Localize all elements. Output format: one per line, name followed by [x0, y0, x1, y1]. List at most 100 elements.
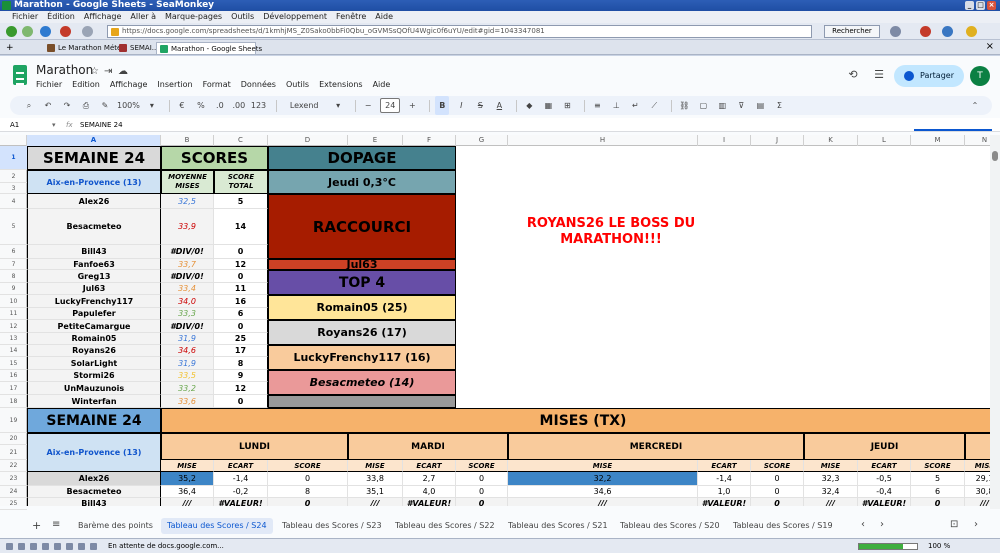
- column-header[interactable]: L: [858, 135, 911, 146]
- share-button[interactable]: Partager: [894, 65, 964, 87]
- column-header[interactable]: B: [161, 135, 214, 146]
- vertical-scrollbar[interactable]: [990, 135, 1000, 509]
- explore-icon[interactable]: ⊡: [950, 519, 958, 530]
- browser-tab-active[interactable]: Marathon - Google Sheets: [156, 42, 262, 54]
- row-header[interactable]: 9: [0, 283, 27, 295]
- addon-icon-3[interactable]: [966, 26, 977, 37]
- close-tab-icon[interactable]: ×: [986, 41, 994, 52]
- history-icon[interactable]: ⟲: [846, 68, 860, 82]
- font-select[interactable]: Lexend: [282, 96, 326, 115]
- menu-item[interactable]: Fichier: [12, 11, 38, 23]
- status-icon[interactable]: [42, 543, 49, 550]
- row-header[interactable]: 24: [0, 486, 27, 498]
- menu-item[interactable]: Marque-pages: [165, 11, 222, 23]
- italic-button[interactable]: I: [454, 96, 468, 115]
- browser-tab[interactable]: Le Marathon Météo: [44, 42, 126, 54]
- chevron-down-icon[interactable]: ▾: [52, 118, 56, 132]
- status-icon[interactable]: [30, 543, 37, 550]
- scrollbar-thumb[interactable]: [992, 151, 998, 161]
- row-header[interactable]: 2: [0, 170, 27, 183]
- text-color-button[interactable]: A: [492, 96, 506, 115]
- zoom-select[interactable]: 100%: [117, 96, 140, 115]
- doc-menu-item[interactable]: Edition: [72, 80, 100, 89]
- select-all-corner[interactable]: [0, 135, 27, 146]
- column-header[interactable]: J: [751, 135, 804, 146]
- merge-cells-icon[interactable]: ⊞: [560, 96, 574, 115]
- status-icon[interactable]: [6, 543, 13, 550]
- home-icon[interactable]: [82, 26, 93, 37]
- insert-link-icon[interactable]: ⛓: [677, 96, 691, 115]
- doc-menu-item[interactable]: Extensions: [319, 80, 362, 89]
- doc-menu-item[interactable]: Insertion: [157, 80, 192, 89]
- row-header[interactable]: 13: [0, 333, 27, 345]
- sheet-tab[interactable]: Tableau des Scores / S19: [727, 518, 839, 534]
- menu-item[interactable]: Aide: [375, 11, 393, 23]
- strikethrough-button[interactable]: S: [473, 96, 487, 115]
- doc-menu-item[interactable]: Affichage: [110, 80, 148, 89]
- column-header[interactable]: H: [508, 135, 698, 146]
- horizontal-align-icon[interactable]: ≡: [590, 96, 604, 115]
- search-menus-icon[interactable]: ⌕: [22, 96, 36, 115]
- insert-comment-icon[interactable]: ▢: [696, 96, 710, 115]
- document-title[interactable]: Marathon: [36, 63, 93, 77]
- browser-tab[interactable]: SEMAI..: [116, 42, 156, 54]
- column-header[interactable]: G: [456, 135, 508, 146]
- menu-item[interactable]: Fenêtre: [336, 11, 366, 23]
- filter-views-icon[interactable]: ▤: [753, 96, 767, 115]
- close-window-button[interactable]: ×: [987, 1, 996, 10]
- column-header[interactable]: C: [214, 135, 268, 146]
- font-size-input[interactable]: 24: [380, 98, 401, 113]
- scroll-tabs-right-icon[interactable]: ›: [880, 519, 884, 530]
- star-icon[interactable]: ☆: [90, 66, 99, 77]
- row-header[interactable]: 22: [0, 460, 27, 472]
- font-size-decrease-button[interactable]: −: [361, 96, 375, 115]
- column-header[interactable]: E: [348, 135, 403, 146]
- column-header[interactable]: K: [804, 135, 858, 146]
- avatar[interactable]: T: [970, 66, 990, 86]
- status-icon[interactable]: [78, 543, 85, 550]
- filter-icon[interactable]: ⊽: [734, 96, 748, 115]
- row-header[interactable]: 3: [0, 183, 27, 194]
- row-header[interactable]: 21: [0, 445, 27, 460]
- sheet-tab[interactable]: Tableau des Scores / S24: [161, 518, 273, 534]
- move-icon[interactable]: ⇥: [104, 66, 112, 77]
- row-header[interactable]: 23: [0, 472, 27, 486]
- back-arrow-icon[interactable]: [6, 26, 17, 37]
- functions-icon[interactable]: Σ: [772, 96, 786, 115]
- formula-input[interactable]: SEMAINE 24: [80, 118, 123, 132]
- row-header[interactable]: 16: [0, 370, 27, 382]
- bold-button[interactable]: B: [435, 96, 450, 115]
- status-icon[interactable]: [66, 543, 73, 550]
- reload-icon[interactable]: [40, 26, 51, 37]
- stop-icon[interactable]: [60, 26, 71, 37]
- insert-chart-icon[interactable]: ▥: [715, 96, 729, 115]
- doc-menu-item[interactable]: Aide: [373, 80, 391, 89]
- font-size-increase-button[interactable]: +: [405, 96, 419, 115]
- decrease-decimal-button[interactable]: .0: [213, 96, 227, 115]
- side-panel-icon[interactable]: ›: [974, 519, 978, 530]
- column-header[interactable]: A: [27, 135, 161, 146]
- currency-format-button[interactable]: €: [175, 96, 189, 115]
- sheet-tab[interactable]: Tableau des Scores / S23: [276, 518, 388, 534]
- paint-format-icon[interactable]: ✎: [98, 96, 112, 115]
- chevron-down-icon[interactable]: ▾: [331, 96, 345, 115]
- comments-icon[interactable]: ☰: [872, 68, 886, 82]
- print-icon[interactable]: [890, 26, 901, 37]
- sheet-tab[interactable]: Tableau des Scores / S22: [389, 518, 501, 534]
- vertical-align-icon[interactable]: ⊥: [609, 96, 623, 115]
- row-header[interactable]: 25: [0, 498, 27, 510]
- search-button[interactable]: Rechercher: [824, 25, 880, 38]
- row-header[interactable]: 4: [0, 194, 27, 209]
- sheet-tab[interactable]: Barème des points: [72, 518, 159, 534]
- doc-menu-item[interactable]: Format: [203, 80, 231, 89]
- addon-icon-2[interactable]: [942, 26, 953, 37]
- doc-menu-item[interactable]: Fichier: [36, 80, 62, 89]
- maximize-button[interactable]: □: [976, 1, 985, 10]
- row-header[interactable]: 18: [0, 395, 27, 408]
- status-icon[interactable]: [90, 543, 97, 550]
- row-header[interactable]: 20: [0, 433, 27, 445]
- all-sheets-icon[interactable]: ≡: [52, 519, 60, 530]
- print-icon[interactable]: ⎙: [79, 96, 93, 115]
- increase-decimal-button[interactable]: .00: [232, 96, 246, 115]
- text-rotation-icon[interactable]: ⟋: [647, 96, 661, 115]
